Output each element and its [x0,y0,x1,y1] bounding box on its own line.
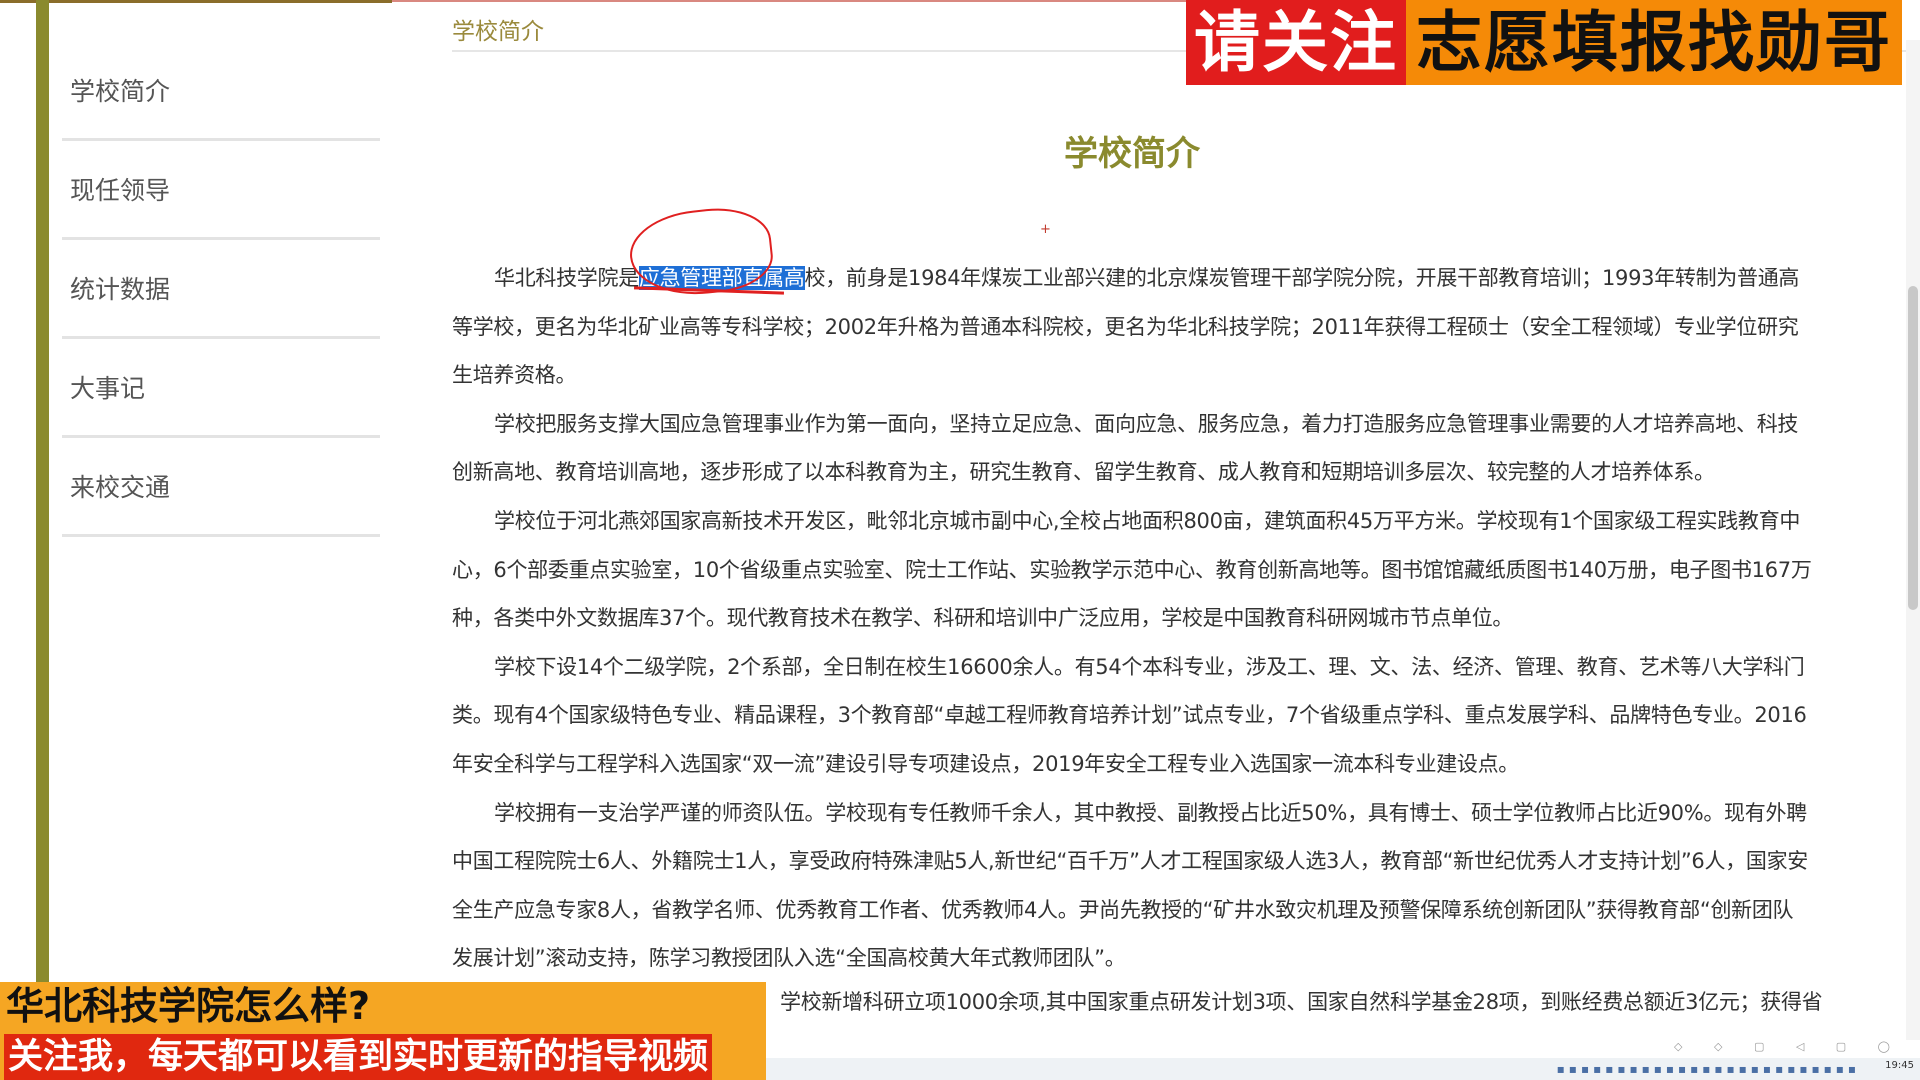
paragraph-4: 学校下设14个二级学院，2个系部，全日制在校生16600余人。有54个本科专业，… [452,654,1807,776]
sidebar-item-label: 大事记 [70,374,146,403]
promo-banner: 请关注 志愿填报找勋哥 [1186,0,1902,85]
paragraph-6-partial: 学校新增科研立项1000余项,其中国家重点研发计划3项、国家自然科学基金28项，… [780,990,1823,1014]
selected-text[interactable]: 应急管理部直属高 [638,266,805,290]
sidebar-nav: 学校简介 现任领导 统计数据 大事记 来校交通 [62,42,380,537]
caption-subtitle: 关注我，每天都可以看到实时更新的指导视频 [4,1034,713,1080]
scrollbar-thumb[interactable] [1908,286,1918,610]
top-accent-strip [0,0,392,3]
paragraph-1-lead: 华北科技学院是 [494,266,639,290]
caption-title: 华北科技学院怎么样? [6,984,371,1028]
sidebar-item-transport[interactable]: 来校交通 [62,438,380,537]
taskbar: ▪▪▪▪▪▪▪▪▪▪▪▪▪▪▪▪▪▪▪▪▪▪▪▪▪ 19:45 [766,1058,1920,1080]
breadcrumb[interactable]: 学校简介 [452,12,544,46]
sidebar-item-label: 来校交通 [70,473,171,502]
sidebar-item-leaders[interactable]: 现任领导 [62,141,380,240]
sidebar-item-label: 现任领导 [70,176,171,205]
window-controls[interactable]: ◇ ◇ ▢ ◁ ▢ ◯ [1674,1040,1904,1053]
paragraph-3: 学校位于河北燕郊国家高新技术开发区，毗邻北京城市副中心,全校占地面积800亩，建… [452,508,1812,631]
tray-clock[interactable]: 19:45 [1885,1060,1914,1071]
sidebar-item-label: 统计数据 [70,275,171,304]
sidebar-item-intro[interactable]: 学校简介 [62,42,380,141]
banner-promo-text: 志愿填报找勋哥 [1406,0,1902,85]
sidebar-item-statistics[interactable]: 统计数据 [62,240,380,339]
cursor-crosshair-icon: + [1040,222,1051,237]
banner-follow-text: 请关注 [1186,0,1406,85]
paragraph-2: 学校把服务支撑大国应急管理事业作为第一面向，坚持立足应急、面向应急、服务应急，着… [452,411,1799,485]
paragraph-5: 学校拥有一支治学严谨的师资队伍。学校现有专任教师千余人，其中教授、副教授占比近5… [452,800,1808,971]
tray-icons[interactable]: ▪▪▪▪▪▪▪▪▪▪▪▪▪▪▪▪▪▪▪▪▪▪▪▪▪ [1557,1062,1860,1076]
paragraph-1: 华北科技学院是应急管理部直属高校，前身是1984年煤炭工业部兴建的北京煤炭管理干… [452,254,1812,400]
left-accent-bar [36,0,49,990]
sidebar-item-label: 学校简介 [70,77,171,106]
article-content: 华北科技学院是应急管理部直属高校，前身是1984年煤炭工业部兴建的北京煤炭管理干… [452,254,1812,983]
sidebar-item-chronicle[interactable]: 大事记 [62,339,380,438]
page-title: 学校简介 [1064,134,1200,174]
